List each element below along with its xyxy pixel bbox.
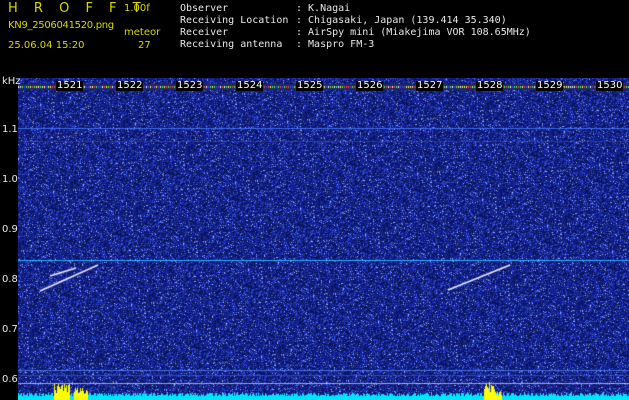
y-tick-label: 0.6 [2, 374, 18, 385]
antenna-value: : Maspro FM-3 [296, 39, 375, 50]
antenna-key: Receiving antenna [180, 39, 283, 50]
x-tick-label: 1525 [296, 80, 324, 91]
spectrogram[interactable] [18, 78, 629, 400]
x-tick-label: 1529 [536, 80, 564, 91]
version-label: 1.00f [124, 3, 150, 14]
datetime-label: 25.06.04 15:20 [8, 40, 85, 51]
receiver-key: Receiver [180, 27, 229, 38]
x-tick-label: 1526 [356, 80, 384, 91]
count-label: 27 [138, 40, 151, 51]
observer-value: : K.Nagai [296, 3, 351, 14]
x-tick-label: 1521 [56, 80, 84, 91]
observer-key: Observer [180, 3, 229, 14]
y-tick-label: 0.7 [2, 324, 18, 335]
location-value: : Chigasaki, Japan (139.414 35.340) [296, 15, 507, 26]
x-tick-label: 1528 [476, 80, 504, 91]
header-panel: H R O F F T 1.00f KN9_2506041520.png met… [0, 0, 629, 78]
y-tick-label: 0.9 [2, 224, 18, 235]
y-axis-unit: kHz [2, 76, 21, 87]
y-tick-label: 1.0 [2, 174, 18, 185]
location-key: Receiving Location [180, 15, 289, 26]
receiver-value: : AirSpy mini (Miakejima VOR 108.65MHz) [296, 27, 531, 38]
y-tick-label: 1.1 [2, 124, 18, 135]
x-tick-label: 1523 [176, 80, 204, 91]
x-tick-label: 1527 [416, 80, 444, 91]
filename-label: KN9_2506041520.png [8, 20, 114, 31]
mode-label: meteor [124, 27, 161, 38]
x-tick-label: 1524 [236, 80, 264, 91]
y-tick-label: 0.8 [2, 274, 18, 285]
x-tick-label: 1522 [116, 80, 144, 91]
x-tick-label: 1530 [596, 80, 624, 91]
